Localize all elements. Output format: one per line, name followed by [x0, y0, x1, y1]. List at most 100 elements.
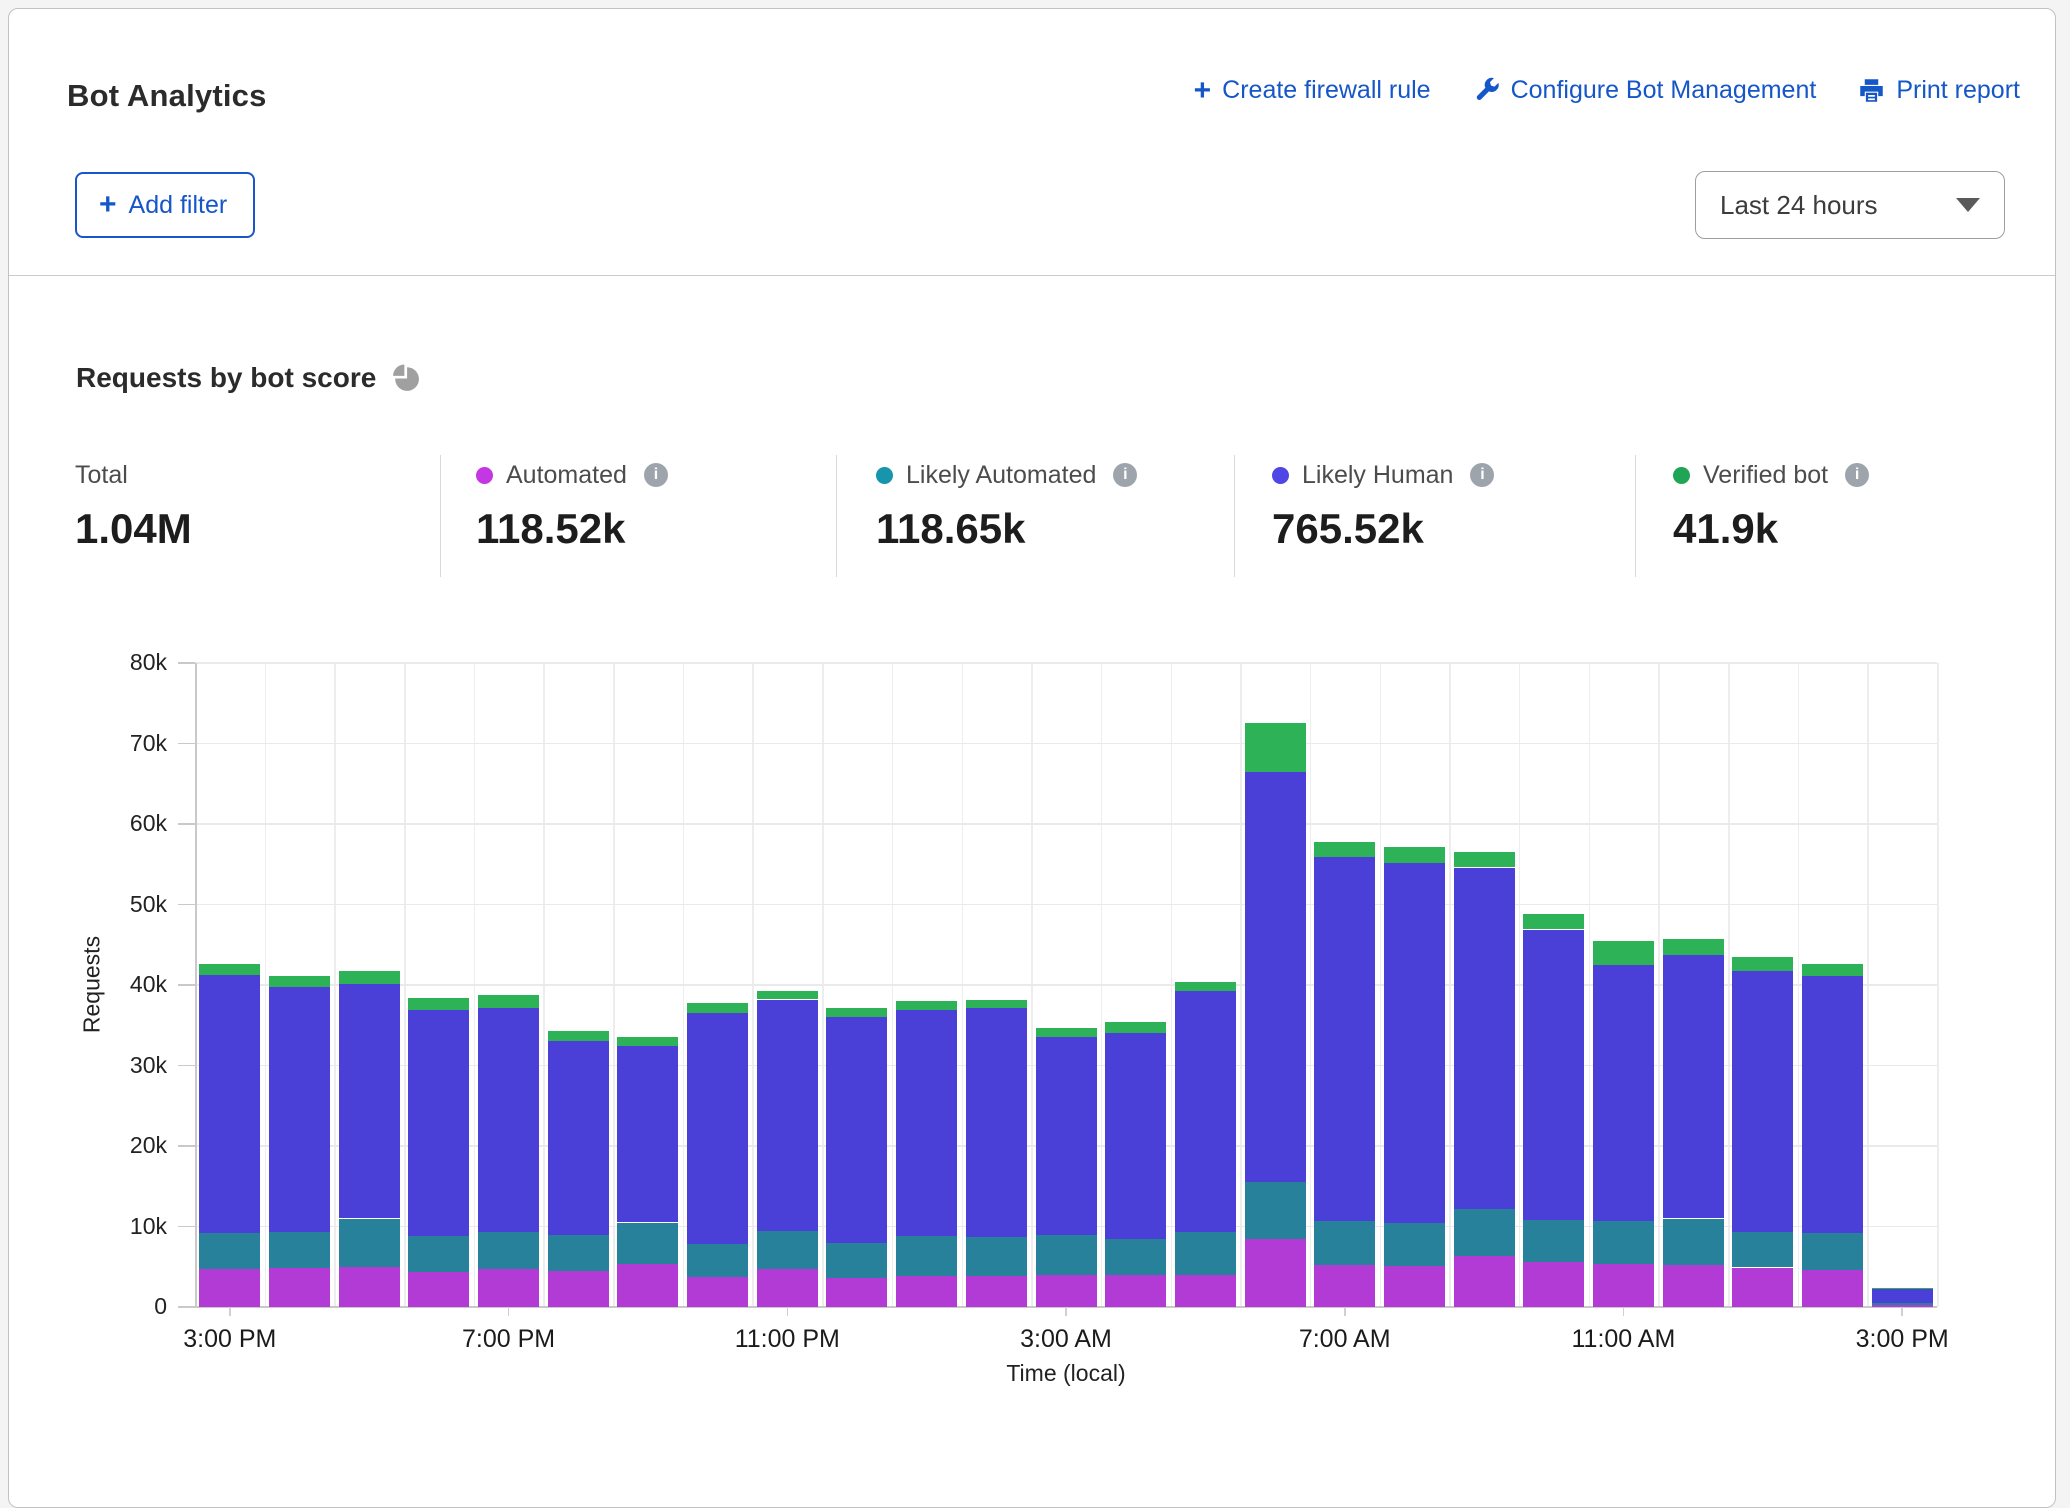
bar-segment-likely-human-24[interactable] — [1872, 1289, 1933, 1303]
info-icon[interactable]: i — [1113, 463, 1137, 487]
bar-segment-verified-bot-8[interactable] — [757, 991, 818, 1000]
bar-segment-automated-17[interactable] — [1384, 1266, 1445, 1307]
bar-segment-verified-bot-2[interactable] — [339, 971, 400, 984]
bar-segment-automated-23[interactable] — [1802, 1270, 1863, 1307]
bar-segment-likely-human-10[interactable] — [896, 1010, 957, 1236]
bar-segment-automated-21[interactable] — [1663, 1265, 1724, 1307]
print-report-link[interactable]: Print report — [1858, 76, 2020, 105]
bar-segment-verified-bot-21[interactable] — [1663, 939, 1724, 955]
bar-segment-likely-automated-19[interactable] — [1523, 1220, 1584, 1262]
bar-segment-likely-human-8[interactable] — [757, 1000, 818, 1232]
bar-segment-likely-human-20[interactable] — [1593, 965, 1654, 1221]
bar-segment-verified-bot-15[interactable] — [1245, 723, 1306, 771]
bar-segment-likely-human-22[interactable] — [1732, 971, 1793, 1232]
bar-segment-likely-automated-6[interactable] — [617, 1223, 678, 1264]
info-icon[interactable]: i — [1845, 463, 1869, 487]
bar-segment-verified-bot-10[interactable] — [896, 1001, 957, 1010]
bar-segment-automated-2[interactable] — [339, 1267, 400, 1307]
bar-segment-automated-9[interactable] — [826, 1278, 887, 1307]
bar-segment-likely-human-7[interactable] — [687, 1013, 748, 1244]
bar-segment-likely-automated-18[interactable] — [1454, 1209, 1515, 1257]
bar-segment-verified-bot-24[interactable] — [1872, 1288, 1933, 1289]
bar-segment-automated-24[interactable] — [1872, 1305, 1933, 1307]
bar-segment-likely-automated-3[interactable] — [408, 1236, 469, 1271]
bar-segment-automated-7[interactable] — [687, 1277, 748, 1307]
bar-segment-likely-automated-23[interactable] — [1802, 1233, 1863, 1270]
bar-segment-automated-11[interactable] — [966, 1276, 1027, 1307]
bar-segment-likely-automated-7[interactable] — [687, 1244, 748, 1277]
time-range-dropdown[interactable]: Last 24 hours — [1695, 171, 2005, 239]
bar-segment-likely-human-17[interactable] — [1384, 863, 1445, 1224]
bar-segment-likely-human-5[interactable] — [548, 1041, 609, 1235]
bar-segment-automated-12[interactable] — [1036, 1275, 1097, 1307]
bar-segment-verified-bot-5[interactable] — [548, 1031, 609, 1041]
add-filter-button[interactable]: + Add filter — [75, 172, 255, 238]
bar-segment-automated-22[interactable] — [1732, 1268, 1793, 1307]
bar-segment-automated-3[interactable] — [408, 1272, 469, 1307]
bar-segment-likely-automated-0[interactable] — [199, 1233, 260, 1269]
bar-segment-verified-bot-3[interactable] — [408, 998, 469, 1010]
bar-segment-verified-bot-11[interactable] — [966, 1000, 1027, 1008]
bar-segment-automated-16[interactable] — [1314, 1265, 1375, 1307]
bar-segment-likely-automated-24[interactable] — [1872, 1303, 1933, 1305]
bar-segment-likely-human-3[interactable] — [408, 1010, 469, 1236]
bar-segment-automated-4[interactable] — [478, 1269, 539, 1307]
bar-segment-likely-human-1[interactable] — [269, 987, 330, 1233]
info-icon[interactable]: i — [644, 463, 668, 487]
bar-segment-verified-bot-20[interactable] — [1593, 941, 1654, 965]
bar-segment-likely-human-4[interactable] — [478, 1008, 539, 1232]
bar-segment-automated-5[interactable] — [548, 1271, 609, 1307]
bar-segment-automated-0[interactable] — [199, 1269, 260, 1307]
bar-segment-likely-human-14[interactable] — [1175, 991, 1236, 1232]
bar-segment-automated-6[interactable] — [617, 1264, 678, 1308]
bar-segment-likely-human-18[interactable] — [1454, 868, 1515, 1209]
bar-segment-automated-13[interactable] — [1105, 1275, 1166, 1307]
bar-segment-likely-human-0[interactable] — [199, 975, 260, 1233]
bar-segment-likely-human-19[interactable] — [1523, 930, 1584, 1221]
bar-segment-automated-18[interactable] — [1454, 1256, 1515, 1307]
create-firewall-rule-link[interactable]: + Create firewall rule — [1194, 76, 1431, 105]
bar-segment-verified-bot-4[interactable] — [478, 995, 539, 1009]
bar-segment-automated-20[interactable] — [1593, 1264, 1654, 1307]
bar-segment-verified-bot-7[interactable] — [687, 1003, 748, 1014]
bar-segment-automated-1[interactable] — [269, 1268, 330, 1307]
bar-segment-likely-automated-4[interactable] — [478, 1232, 539, 1269]
bar-segment-likely-automated-14[interactable] — [1175, 1232, 1236, 1275]
bar-segment-likely-automated-9[interactable] — [826, 1243, 887, 1278]
bar-segment-likely-automated-21[interactable] — [1663, 1219, 1724, 1266]
bar-segment-likely-human-21[interactable] — [1663, 955, 1724, 1218]
bar-segment-likely-human-12[interactable] — [1036, 1037, 1097, 1235]
bar-segment-verified-bot-23[interactable] — [1802, 964, 1863, 976]
bar-segment-likely-automated-10[interactable] — [896, 1236, 957, 1276]
bar-segment-likely-human-16[interactable] — [1314, 857, 1375, 1221]
bar-segment-verified-bot-17[interactable] — [1384, 847, 1445, 863]
bar-segment-verified-bot-12[interactable] — [1036, 1028, 1097, 1038]
bar-segment-likely-automated-15[interactable] — [1245, 1182, 1306, 1238]
bar-segment-verified-bot-6[interactable] — [617, 1037, 678, 1046]
bar-segment-automated-8[interactable] — [757, 1269, 818, 1307]
bar-segment-verified-bot-9[interactable] — [826, 1008, 887, 1018]
bar-segment-likely-human-11[interactable] — [966, 1008, 1027, 1237]
bar-segment-automated-15[interactable] — [1245, 1239, 1306, 1307]
bar-segment-likely-automated-22[interactable] — [1732, 1232, 1793, 1267]
bar-segment-verified-bot-14[interactable] — [1175, 982, 1236, 992]
bar-segment-verified-bot-19[interactable] — [1523, 914, 1584, 929]
bar-segment-verified-bot-13[interactable] — [1105, 1022, 1166, 1033]
bar-segment-likely-human-15[interactable] — [1245, 772, 1306, 1183]
bar-segment-verified-bot-22[interactable] — [1732, 957, 1793, 972]
bar-segment-likely-automated-11[interactable] — [966, 1237, 1027, 1276]
bar-segment-likely-automated-20[interactable] — [1593, 1221, 1654, 1265]
bar-segment-verified-bot-1[interactable] — [269, 976, 330, 987]
bar-segment-verified-bot-16[interactable] — [1314, 842, 1375, 857]
bar-segment-likely-human-9[interactable] — [826, 1017, 887, 1242]
bar-segment-verified-bot-18[interactable] — [1454, 852, 1515, 867]
bar-segment-likely-automated-17[interactable] — [1384, 1223, 1445, 1266]
bar-segment-automated-19[interactable] — [1523, 1262, 1584, 1307]
bar-segment-likely-human-6[interactable] — [617, 1046, 678, 1222]
configure-bot-management-link[interactable]: Configure Bot Management — [1473, 76, 1817, 105]
bar-segment-likely-automated-12[interactable] — [1036, 1235, 1097, 1274]
bar-segment-likely-human-13[interactable] — [1105, 1033, 1166, 1238]
bar-segment-likely-human-2[interactable] — [339, 984, 400, 1218]
bar-segment-automated-14[interactable] — [1175, 1275, 1236, 1307]
bar-segment-likely-automated-16[interactable] — [1314, 1221, 1375, 1265]
